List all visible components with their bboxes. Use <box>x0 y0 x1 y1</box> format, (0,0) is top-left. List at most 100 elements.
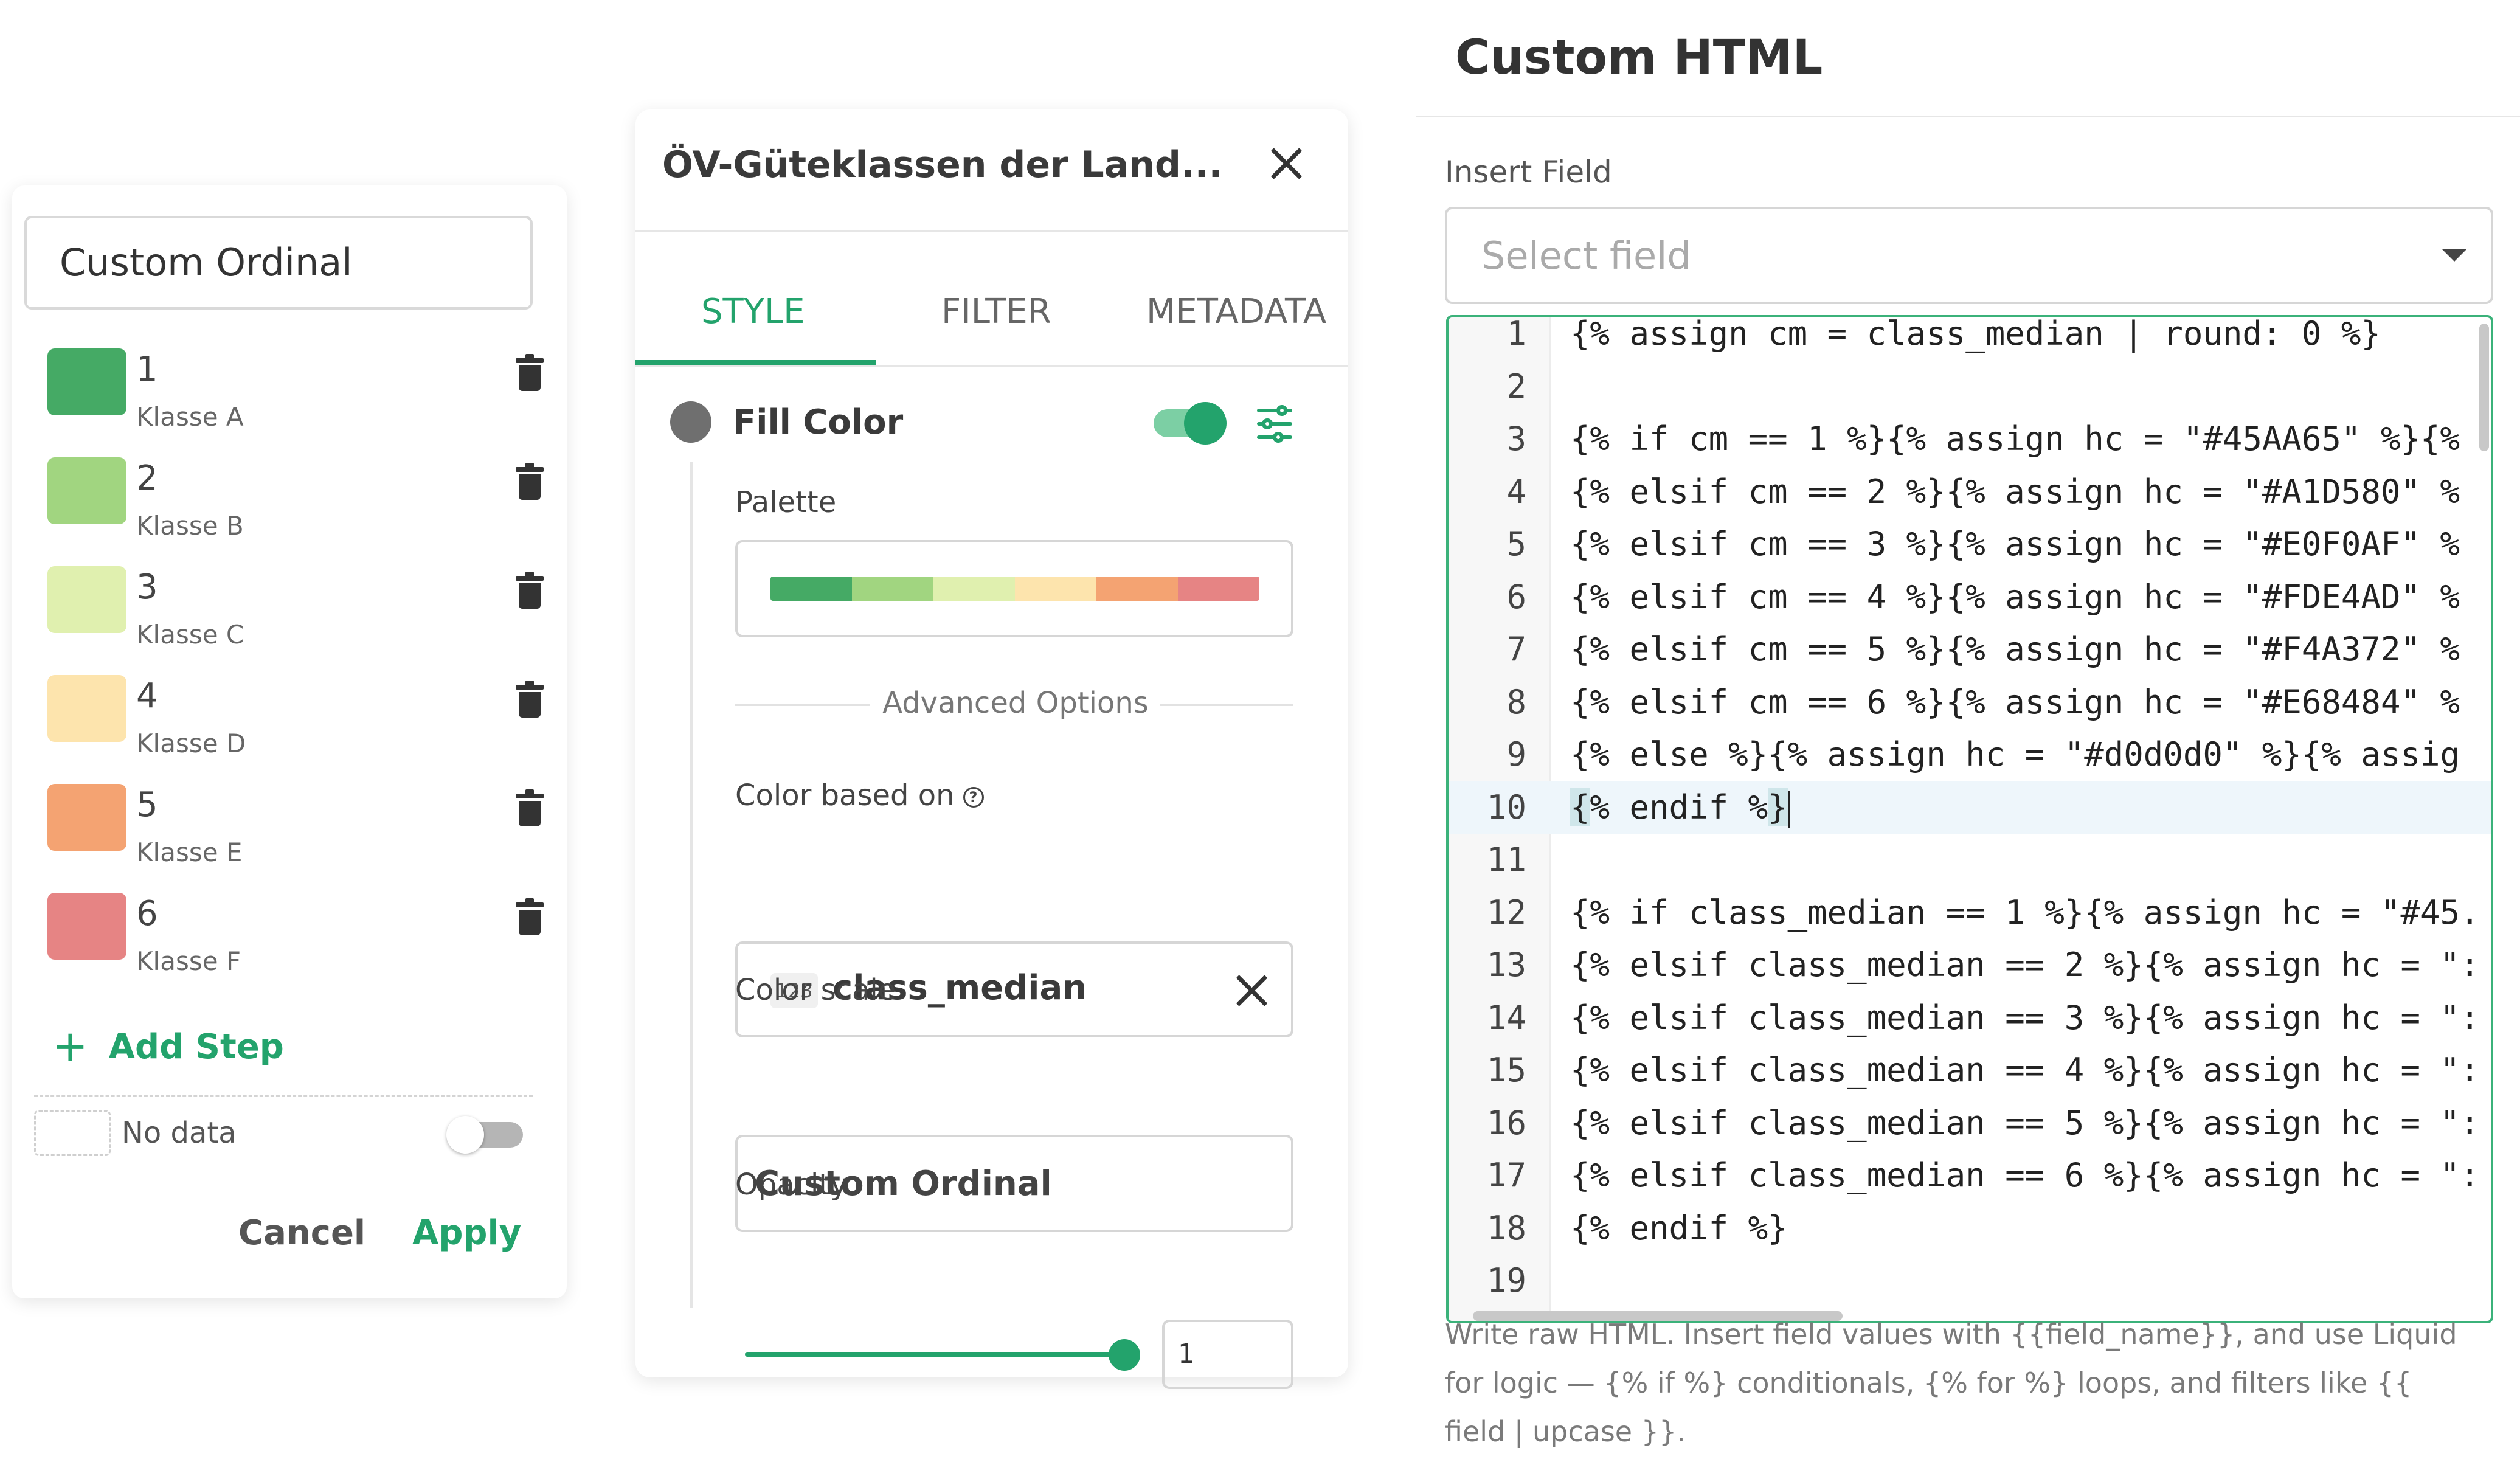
step-label[interactable]: Klasse F <box>136 946 241 976</box>
section-indent-bar <box>690 462 693 1308</box>
palette-color-segment <box>1096 577 1178 601</box>
step-label[interactable]: Klasse B <box>136 511 244 541</box>
step-label[interactable]: Klasse C <box>136 620 244 649</box>
fill-color-swatch[interactable] <box>670 401 711 443</box>
code-text: {% if cm == 1 %}{% assign hc = "#45AA65"… <box>1570 420 2460 458</box>
code-text: {% elsif class_median == 5 %}{% assign h… <box>1570 1103 2480 1142</box>
line-number: 11 <box>1486 840 1526 879</box>
divider <box>34 1095 533 1097</box>
palette-selector[interactable] <box>735 540 1293 637</box>
step-color-swatch[interactable] <box>47 784 126 851</box>
trash-icon[interactable] <box>516 681 546 719</box>
trash-icon[interactable] <box>516 463 546 501</box>
no-data-toggle[interactable] <box>446 1116 523 1154</box>
editor-help-text: Write raw HTML. Insert field values with… <box>1445 1318 2457 1448</box>
tab-metadata[interactable]: METADATA <box>1146 292 1326 331</box>
fill-color-toggle[interactable] <box>1154 402 1227 445</box>
opacity-input[interactable]: 1 <box>1162 1320 1293 1389</box>
divider <box>1160 704 1293 706</box>
step-value: 5 <box>136 785 158 825</box>
code-line[interactable]: 15 {% elsif class_median == 4 %}{% assign… <box>1449 1044 2491 1096</box>
ordinal-steps-panel: Custom Ordinal 1 Klasse A 2 Klasse B 3 Klasse… <box>12 185 567 1298</box>
step-label[interactable]: Klasse A <box>136 402 244 432</box>
code-text: {% if class_median == 1 %}{% assign hc =… <box>1570 893 2480 932</box>
code-line[interactable]: 17 {% elsif class_median == 6 %}{% assign… <box>1449 1149 2491 1202</box>
code-line[interactable]: 9 {% else %}{% assign hc = "#d0d0d0" %}{%… <box>1449 729 2491 781</box>
close-icon[interactable] <box>1265 142 1307 185</box>
palette-label: Palette <box>735 485 837 519</box>
plus-icon: + <box>52 1021 88 1071</box>
code-text: {% assign cm = class_median | round: 0 %… <box>1570 315 2381 353</box>
sliders-settings-icon[interactable] <box>1255 404 1295 444</box>
step-label[interactable]: Klasse E <box>136 837 242 867</box>
line-number: 2 <box>1506 367 1526 406</box>
step-value: 6 <box>136 894 158 933</box>
trash-icon[interactable] <box>516 789 546 828</box>
code-line[interactable]: 1 {% assign cm = class_median | round: 0 … <box>1449 315 2491 360</box>
line-number: 17 <box>1486 1156 1526 1194</box>
step-label[interactable]: Klasse D <box>136 729 246 758</box>
opacity-slider-handle[interactable] <box>1109 1339 1140 1371</box>
code-line[interactable]: 4 {% elsif cm == 2 %}{% assign hc = "#A1D… <box>1449 466 2491 518</box>
color-step-row: 3 Klasse C <box>47 566 552 670</box>
cancel-button[interactable]: Cancel <box>238 1213 365 1253</box>
code-line[interactable]: 3 {% if cm == 1 %}{% assign hc = "#45AA65… <box>1449 413 2491 465</box>
line-number: 15 <box>1486 1051 1526 1089</box>
code-line[interactable]: 11 <box>1449 834 2491 886</box>
code-line[interactable]: 14 {% elsif class_median == 3 %}{% assign… <box>1449 992 2491 1044</box>
insert-field-select[interactable]: Select field <box>1445 207 2493 304</box>
line-number: 1 <box>1506 315 1526 353</box>
step-color-swatch[interactable] <box>47 675 126 742</box>
divider <box>735 704 870 706</box>
palette-preview <box>770 577 1259 601</box>
code-editor[interactable]: 1 {% assign cm = class_median | round: 0 … <box>1446 315 2493 1323</box>
step-color-swatch[interactable] <box>47 348 126 415</box>
step-color-swatch[interactable] <box>47 566 126 633</box>
apply-button[interactable]: Apply <box>412 1213 521 1253</box>
opacity-slider-track[interactable] <box>745 1352 1124 1357</box>
add-step-button[interactable]: + Add Step <box>52 1019 284 1071</box>
code-line[interactable]: 16 {% elsif class_median == 5 %}{% assign… <box>1449 1097 2491 1149</box>
code-line[interactable]: 6 {% elsif cm == 4 %}{% assign hc = "#FDE… <box>1449 571 2491 623</box>
line-number: 7 <box>1506 630 1526 668</box>
info-icon[interactable]: ? <box>963 787 984 808</box>
line-number: 9 <box>1506 735 1526 774</box>
tab-filter[interactable]: FILTER <box>941 292 1051 331</box>
line-number: 10 <box>1486 788 1526 826</box>
trash-icon[interactable] <box>516 354 546 392</box>
code-text: {% elsif cm == 4 %}{% assign hc = "#FDE4… <box>1570 577 2460 616</box>
code-line[interactable]: 7 {% elsif cm == 5 %}{% assign hc = "#F4A… <box>1449 623 2491 676</box>
line-number: 14 <box>1486 998 1526 1037</box>
no-data-swatch[interactable] <box>34 1110 111 1156</box>
code-line[interactable]: 5 {% elsif cm == 3 %}{% assign hc = "#E0F… <box>1449 518 2491 570</box>
code-line[interactable]: 12 {% if class_median == 1 %}{% assign hc… <box>1449 887 2491 939</box>
tab-style[interactable]: STYLE <box>701 292 805 331</box>
line-number: 3 <box>1506 420 1526 458</box>
vertical-scrollbar[interactable] <box>2479 324 2489 451</box>
color-based-on-label: Color based on? <box>735 778 984 812</box>
code-line[interactable]: 8 {% elsif cm == 6 %}{% assign hc = "#E68… <box>1449 676 2491 729</box>
code-line[interactable]: 2 <box>1449 361 2491 413</box>
divider <box>635 230 1348 232</box>
step-color-swatch[interactable] <box>47 893 126 960</box>
palette-color-segment <box>1178 577 1259 601</box>
code-line[interactable]: 19 <box>1449 1255 2491 1307</box>
code-line[interactable]: 18 {% endif %} <box>1449 1202 2491 1255</box>
trash-icon[interactable] <box>516 572 546 610</box>
step-value: 1 <box>136 350 158 389</box>
code-text: {% else %}{% assign hc = "#d0d0d0" %}{% … <box>1570 735 2460 774</box>
layer-style-panel: ÖV-Güteklassen der Land... STYLE FILTER … <box>635 109 1348 1389</box>
chevron-down-icon <box>2442 249 2466 262</box>
code-line[interactable]: 13 {% elsif class_median == 2 %}{% assign… <box>1449 939 2491 991</box>
clear-icon[interactable] <box>1230 969 1273 1012</box>
scale-name-input[interactable]: Custom Ordinal <box>24 216 533 310</box>
code-text: {% endif %} <box>1570 781 1790 834</box>
code-line[interactable]: 10 {% endif %} <box>1449 781 2491 834</box>
line-number: 13 <box>1486 946 1526 984</box>
step-color-swatch[interactable] <box>47 457 126 524</box>
trash-icon[interactable] <box>516 898 546 937</box>
advanced-options-toggle[interactable]: Advanced Options <box>882 686 1149 720</box>
step-value: 2 <box>136 459 158 498</box>
layer-title: ÖV-Güteklassen der Land... <box>662 144 1223 186</box>
select-placeholder: Select field <box>1481 234 1691 278</box>
